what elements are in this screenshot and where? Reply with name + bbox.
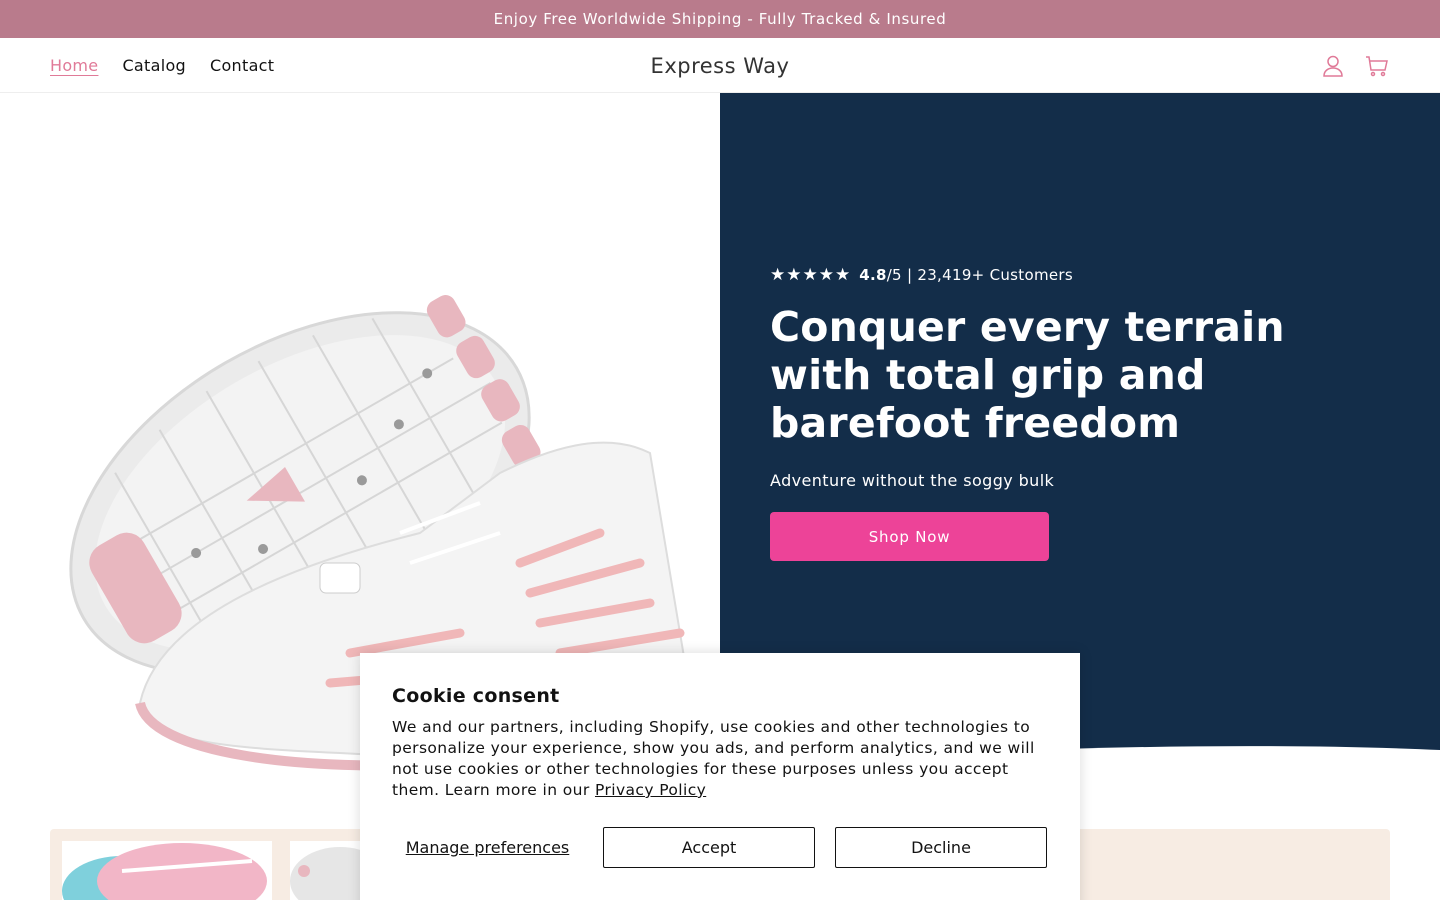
product-thumbnail[interactable] (62, 841, 272, 900)
nav-home[interactable]: Home (50, 56, 98, 75)
site-header: Home Catalog Contact Express Way (0, 38, 1440, 93)
cookie-description: We and our partners, including Shopify, … (392, 717, 1052, 801)
decline-button[interactable]: Decline (835, 827, 1047, 868)
header-icons (1320, 38, 1390, 93)
privacy-policy-link[interactable]: Privacy Policy (595, 781, 706, 799)
account-icon[interactable] (1320, 53, 1346, 79)
cookie-consent-dialog: Cookie consent We and our partners, incl… (360, 653, 1080, 900)
cookie-title: Cookie consent (392, 685, 560, 707)
announcement-text: Enjoy Free Worldwide Shipping - Fully Tr… (493, 10, 947, 28)
star-rating-icon: ★★★★★ (770, 265, 852, 285)
accept-button[interactable]: Accept (603, 827, 815, 868)
nav-catalog[interactable]: Catalog (122, 56, 186, 75)
rating-suffix: /5 | 23,419+ Customers (886, 266, 1073, 284)
cookie-actions: Manage preferences Accept Decline (392, 827, 1048, 868)
main-nav: Home Catalog Contact (50, 38, 274, 93)
white-shoe-image (290, 847, 370, 900)
product-thumbnail[interactable] (290, 841, 370, 900)
hero-subheadline: Adventure without the soggy bulk (770, 471, 1055, 490)
rating-score-text: 4.8/5 | 23,419+ Customers (859, 266, 1073, 284)
nav-contact[interactable]: Contact (210, 56, 274, 75)
hero-headline: Conquer every terrain with total grip an… (770, 303, 1285, 447)
manage-preferences-link[interactable]: Manage preferences (392, 827, 583, 868)
cart-icon[interactable] (1364, 53, 1390, 79)
rating-summary: ★★★★★ 4.8/5 | 23,419+ Customers (770, 265, 1073, 285)
cookie-body-text: We and our partners, including Shopify, … (392, 718, 1035, 799)
pink-shoe-image (62, 843, 267, 900)
shop-now-button[interactable]: Shop Now (770, 512, 1049, 561)
rating-score: 4.8 (859, 266, 887, 284)
announcement-bar: Enjoy Free Worldwide Shipping - Fully Tr… (0, 0, 1440, 38)
